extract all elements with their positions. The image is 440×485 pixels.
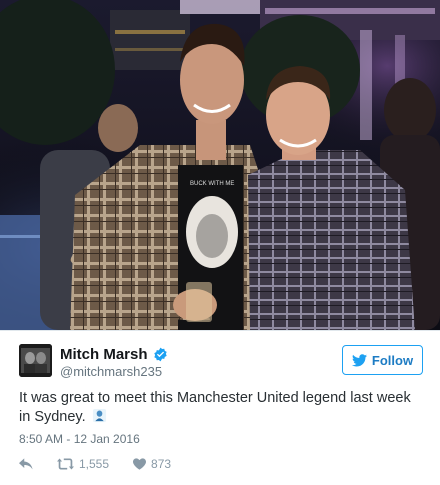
- heart-icon: [133, 458, 147, 470]
- follow-label: Follow: [371, 352, 414, 368]
- handle[interactable]: @mitchmarsh235: [60, 364, 162, 379]
- tweet-photo[interactable]: BUCK WITH ME: [0, 0, 440, 330]
- tweet-body: It was great to meet this Manchester Uni…: [19, 390, 411, 425]
- like-button[interactable]: 873: [133, 457, 171, 471]
- display-name[interactable]: Mitch Marsh: [60, 346, 148, 363]
- tweet-text: It was great to meet this Manchester Uni…: [19, 389, 424, 427]
- bird-icon: [351, 353, 367, 367]
- reply-icon: [19, 458, 33, 470]
- reply-button[interactable]: [19, 458, 33, 470]
- retweet-icon: [57, 458, 74, 470]
- author-name-row[interactable]: Mitch Marsh: [60, 346, 168, 363]
- avatar[interactable]: [19, 344, 52, 377]
- follow-button[interactable]: Follow: [342, 345, 423, 375]
- verified-icon: [153, 347, 168, 362]
- shirt-print: BUCK WITH ME: [190, 181, 234, 187]
- tweet-card: Mitch Marsh @mitchmarsh235 Follow It was…: [0, 330, 440, 485]
- like-count: 873: [151, 457, 172, 471]
- tweet-actions: 1,555 873: [19, 457, 195, 471]
- timestamp[interactable]: 8:50 AM - 12 Jan 2016: [19, 432, 140, 446]
- emoji-icon: [92, 408, 107, 423]
- retweet-button[interactable]: 1,555: [57, 457, 109, 471]
- retweet-count: 1,555: [79, 457, 110, 471]
